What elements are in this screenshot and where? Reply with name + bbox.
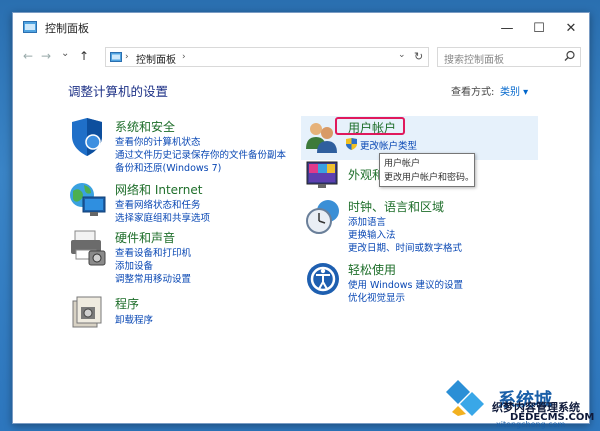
tooltip-title: 用户帐户 xyxy=(384,159,421,169)
link-network-status[interactable]: 查看网络状态和任务 xyxy=(115,197,201,211)
forward-arrow-icon[interactable]: → xyxy=(41,49,51,63)
view-by-label: 查看方式: xyxy=(451,87,495,98)
watermark-logo xyxy=(444,380,496,420)
page-title: 调整计算机的设置 xyxy=(68,84,169,99)
back-arrow-icon[interactable]: ← xyxy=(23,49,33,63)
close-icon: ✕ xyxy=(565,20,577,36)
user-accounts-tooltip: 用户帐户 更改用户帐户和密码。 xyxy=(379,153,475,187)
address-row: ← → ⌄ ↑ › 控制面板 › ⌄ ↻ 搜索控制面板 xyxy=(13,43,589,71)
link-date-time-format[interactable]: 更改日期、时间或数字格式 xyxy=(348,240,462,254)
printer-icon xyxy=(71,230,106,266)
link-backup-restore[interactable]: 备份和还原(Windows 7) xyxy=(115,160,221,174)
title-bar: 控制面板 — ☐ ✕ xyxy=(13,13,589,43)
users-icon xyxy=(306,123,337,153)
up-arrow-icon[interactable]: ↑ xyxy=(79,49,89,63)
link-uninstall-program[interactable]: 卸载程序 xyxy=(115,312,153,326)
shield-icon xyxy=(72,118,102,156)
breadcrumb-separator[interactable]: › xyxy=(182,52,186,62)
network-globe-icon xyxy=(70,183,106,216)
watermark-domain: xitongcheng.com xyxy=(496,420,566,429)
link-windows-suggested-settings[interactable]: 使用 Windows 建议的设置 xyxy=(348,277,463,291)
breadcrumb-control-panel[interactable]: 控制面板 xyxy=(136,51,176,66)
ease-of-access-icon xyxy=(307,263,339,295)
category-title-user-accounts[interactable]: 用户帐户 xyxy=(348,119,396,136)
link-mobility-settings[interactable]: 调整常用移动设置 xyxy=(115,271,191,285)
maximize-button[interactable]: ☐ xyxy=(523,15,555,41)
address-bar[interactable]: › 控制面板 › ⌄ ↻ xyxy=(105,47,429,67)
category-title-ease[interactable]: 轻松使用 xyxy=(348,261,396,278)
minimize-button[interactable]: — xyxy=(491,15,523,41)
category-title-programs[interactable]: 程序 xyxy=(115,295,139,312)
link-add-language[interactable]: 添加语言 xyxy=(348,214,386,228)
category-title-network[interactable]: 网络和 Internet xyxy=(115,181,202,198)
maximize-icon: ☐ xyxy=(533,20,545,36)
breadcrumb-separator: › xyxy=(125,52,129,62)
clock-globe-icon xyxy=(306,200,339,234)
view-by-dropdown[interactable]: 类别 ▾ xyxy=(500,83,528,98)
link-change-input[interactable]: 更换输入法 xyxy=(348,227,396,241)
search-box[interactable]: 搜索控制面板 xyxy=(437,47,581,67)
windows-diamond-logo xyxy=(446,380,484,416)
recent-locations-icon[interactable]: ⌄ xyxy=(61,48,69,59)
link-homegroup-sharing[interactable]: 选择家庭组和共享选项 xyxy=(115,210,210,224)
link-devices-printers[interactable]: 查看设备和打印机 xyxy=(115,245,191,259)
window-title: 控制面板 xyxy=(45,22,89,35)
link-optimize-visual[interactable]: 优化视觉显示 xyxy=(348,290,405,304)
link-change-account-type[interactable]: 更改帐户类型 xyxy=(360,138,417,152)
programs-box-icon xyxy=(72,296,102,328)
search-icon[interactable] xyxy=(564,50,576,62)
category-title-clock[interactable]: 时钟、语言和区域 xyxy=(348,198,444,215)
refresh-icon[interactable]: ↻ xyxy=(414,50,423,63)
tooltip-description: 更改用户帐户和密码。 xyxy=(384,173,475,183)
uac-shield-icon xyxy=(346,138,357,150)
link-view-computer-status[interactable]: 查看你的计算机状态 xyxy=(115,134,201,148)
control-panel-window: 控制面板 — ☐ ✕ ← → ⌄ ↑ › 控制面板 › ⌄ ↻ 搜索控制面板 调… xyxy=(12,12,590,424)
close-button[interactable]: ✕ xyxy=(555,15,587,41)
category-title-hardware[interactable]: 硬件和声音 xyxy=(115,229,175,246)
address-dropdown-icon[interactable]: ⌄ xyxy=(398,50,406,60)
search-input[interactable]: 搜索控制面板 xyxy=(444,51,504,66)
link-file-history-backup[interactable]: 通过文件历史记录保存你的文件备份副本 xyxy=(115,147,286,161)
control-panel-small-icon xyxy=(110,52,122,62)
category-title-system[interactable]: 系统和安全 xyxy=(115,118,175,135)
control-panel-icon xyxy=(23,21,37,33)
monitor-palette-icon xyxy=(306,161,338,188)
minimize-icon: — xyxy=(500,20,514,36)
link-add-device[interactable]: 添加设备 xyxy=(115,258,153,272)
